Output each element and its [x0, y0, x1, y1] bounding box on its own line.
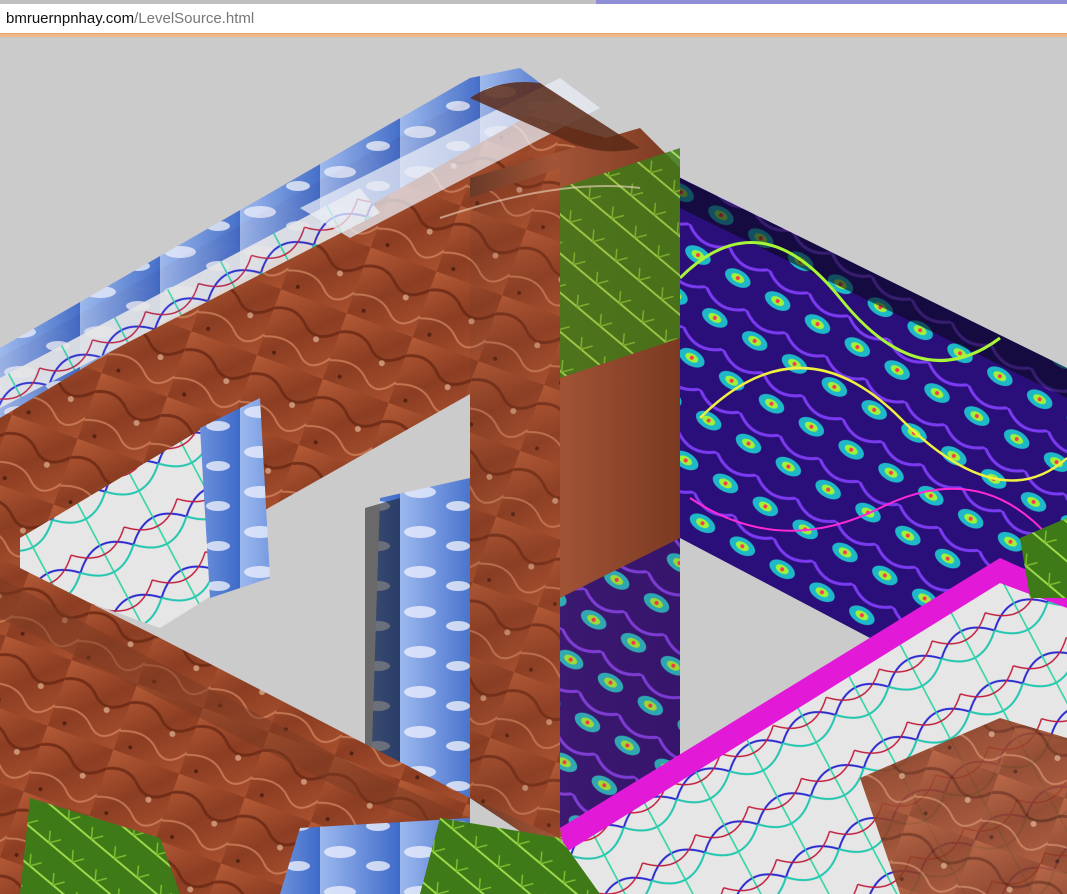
url-host: bmruernpnhay.com: [6, 10, 135, 27]
frame-center-pillar-face: [470, 168, 560, 838]
url-text[interactable]: bmruernpnhay.com/LevelSource.html: [6, 10, 254, 28]
3d-textured-frame-render: [0, 38, 1067, 894]
frame-pillar-fern-patch: [560, 148, 680, 378]
address-bar-focus-ring: [0, 34, 1067, 37]
address-bar[interactable]: bmruernpnhay.com/LevelSource.html: [0, 4, 1067, 37]
webgl-viewport[interactable]: [0, 38, 1067, 894]
frame-inner-left-sky-strip: [200, 398, 270, 598]
url-path: /LevelSource.html: [134, 10, 255, 27]
